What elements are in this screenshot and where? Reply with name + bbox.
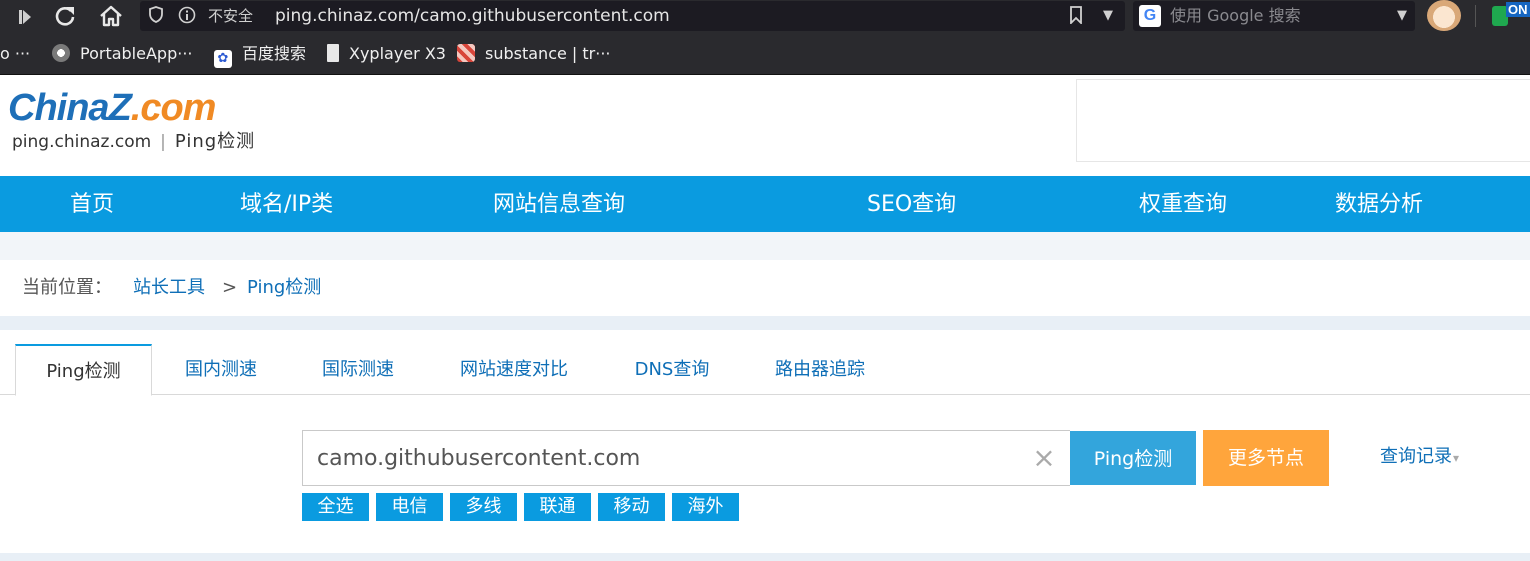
breadcrumb-link-ping[interactable]: Ping检测: [247, 277, 321, 299]
logo-tool-name: Ping检测: [174, 131, 256, 152]
tab-international-speed[interactable]: 国际测速: [307, 344, 409, 395]
breadcrumb-label: 当前位置：: [22, 277, 112, 298]
bookmark-item[interactable]: o ···: [0, 43, 30, 65]
home-icon[interactable]: [96, 1, 126, 31]
insecure-label: 不安全: [208, 7, 254, 25]
shield-icon[interactable]: [146, 6, 166, 26]
main-nav: 首页 域名/IP类 网站信息查询 SEO查询 权重查询 数据分析: [0, 176, 1530, 232]
nav-item-site-info[interactable]: 网站信息查询: [493, 176, 625, 232]
reload-icon[interactable]: [50, 1, 80, 31]
tab-dns-query[interactable]: DNS查询: [620, 344, 724, 395]
bookmark-item[interactable]: substance | tr···: [457, 43, 611, 65]
extension-badge: ON: [1506, 2, 1530, 17]
logo-z: Z: [108, 87, 132, 129]
bookmark-label: 百度搜索: [242, 44, 307, 63]
domain-input[interactable]: [317, 431, 1017, 485]
address-bar[interactable]: 不安全 ping.chinaz.com/camo.githubuserconte…: [140, 1, 1125, 31]
filter-multiline[interactable]: 多线: [450, 493, 517, 521]
url-dropdown-icon[interactable]: ▼: [1098, 6, 1118, 26]
browser-toolbar: 不安全 ping.chinaz.com/camo.githubuserconte…: [0, 0, 1530, 33]
portableapps-icon: [52, 44, 70, 62]
query-history-link[interactable]: 查询记录▾: [1380, 445, 1459, 470]
chevron-down-icon: ▾: [1453, 451, 1460, 465]
tab-site-speed-compare[interactable]: 网站速度对比: [446, 344, 582, 395]
logo-domain: ping.chinaz.com: [12, 132, 152, 152]
clear-icon[interactable]: ×: [1030, 442, 1058, 474]
header-ad-slot: [1076, 79, 1530, 162]
filter-select-all[interactable]: 全选: [302, 493, 369, 521]
page-icon: [327, 44, 339, 62]
search-bar[interactable]: G 使用 Google 搜索 ▼: [1133, 1, 1415, 31]
breadcrumb-separator: >: [222, 277, 238, 298]
query-box: ×: [302, 430, 1070, 486]
nav-item-seo[interactable]: SEO查询: [867, 176, 956, 232]
nav-item-home[interactable]: 首页: [70, 176, 114, 232]
more-nodes-button[interactable]: 更多节点: [1203, 430, 1329, 486]
search-placeholder: 使用 Google 搜索: [1170, 6, 1301, 25]
logo-com: .com: [130, 87, 217, 129]
toolbar-divider: [1475, 5, 1476, 27]
tab-ping[interactable]: Ping检测: [15, 344, 152, 396]
bookmark-label: Xyplayer X3: [349, 44, 446, 63]
search-engine-dropdown-icon[interactable]: ▼: [1397, 6, 1407, 26]
filter-unicom[interactable]: 联通: [524, 493, 591, 521]
substance-icon: [457, 44, 475, 62]
media-icon[interactable]: [10, 1, 40, 31]
logo-subtitle: ping.chinaz.com | Ping检测: [12, 131, 255, 153]
site-logo[interactable]: ChinaZ.com ping.chinaz.com | Ping检测: [8, 86, 254, 152]
query-history-label: 查询记录: [1380, 446, 1452, 467]
profile-avatar[interactable]: [1427, 0, 1461, 31]
section-spacer: [0, 553, 1530, 561]
logo-wordmark: ChinaZ.com: [8, 86, 217, 130]
nav-item-data-analysis[interactable]: 数据分析: [1335, 176, 1423, 232]
baidu-paw-icon: ✿: [214, 50, 232, 68]
bookmark-item[interactable]: Xyplayer X3: [327, 43, 446, 65]
bookmark-label: substance | tr···: [485, 44, 611, 63]
section-spacer: [0, 316, 1530, 330]
tab-traceroute[interactable]: 路由器追踪: [760, 344, 880, 395]
section-spacer: [0, 232, 1530, 260]
bookmark-icon[interactable]: [1066, 6, 1086, 26]
breadcrumb: 当前位置： 站长工具 > Ping检测: [0, 260, 1530, 316]
filter-overseas[interactable]: 海外: [672, 493, 739, 521]
info-icon[interactable]: [177, 6, 197, 26]
filter-telecom[interactable]: 电信: [376, 493, 443, 521]
google-icon: G: [1139, 5, 1161, 27]
ping-button[interactable]: Ping检测: [1070, 431, 1196, 485]
bookmarks-bar: o ··· PortableApp··· ✿ 百度搜索 Xyplayer X3 s…: [0, 33, 1530, 75]
tab-domestic-speed[interactable]: 国内测速: [170, 344, 272, 395]
nav-item-domain-ip[interactable]: 域名/IP类: [240, 176, 333, 232]
url-text[interactable]: ping.chinaz.com/camo.githubusercontent.c…: [275, 5, 670, 27]
filter-mobile[interactable]: 移动: [598, 493, 665, 521]
tool-tabs: Ping检测 国内测速 国际测速 网站速度对比 DNS查询 路由器追踪: [0, 330, 1530, 396]
nav-item-weight[interactable]: 权重查询: [1139, 176, 1227, 232]
bookmark-item[interactable]: PortableApp···: [52, 43, 192, 65]
bookmark-label: PortableApp···: [80, 44, 193, 63]
bookmark-label: o ···: [0, 44, 31, 63]
logo-separator: |: [160, 132, 166, 152]
breadcrumb-link-tools[interactable]: 站长工具: [133, 277, 205, 299]
logo-china: China: [8, 87, 110, 129]
extension-toggle[interactable]: ON: [1492, 2, 1530, 28]
bookmark-item[interactable]: ✿ 百度搜索: [214, 43, 307, 68]
